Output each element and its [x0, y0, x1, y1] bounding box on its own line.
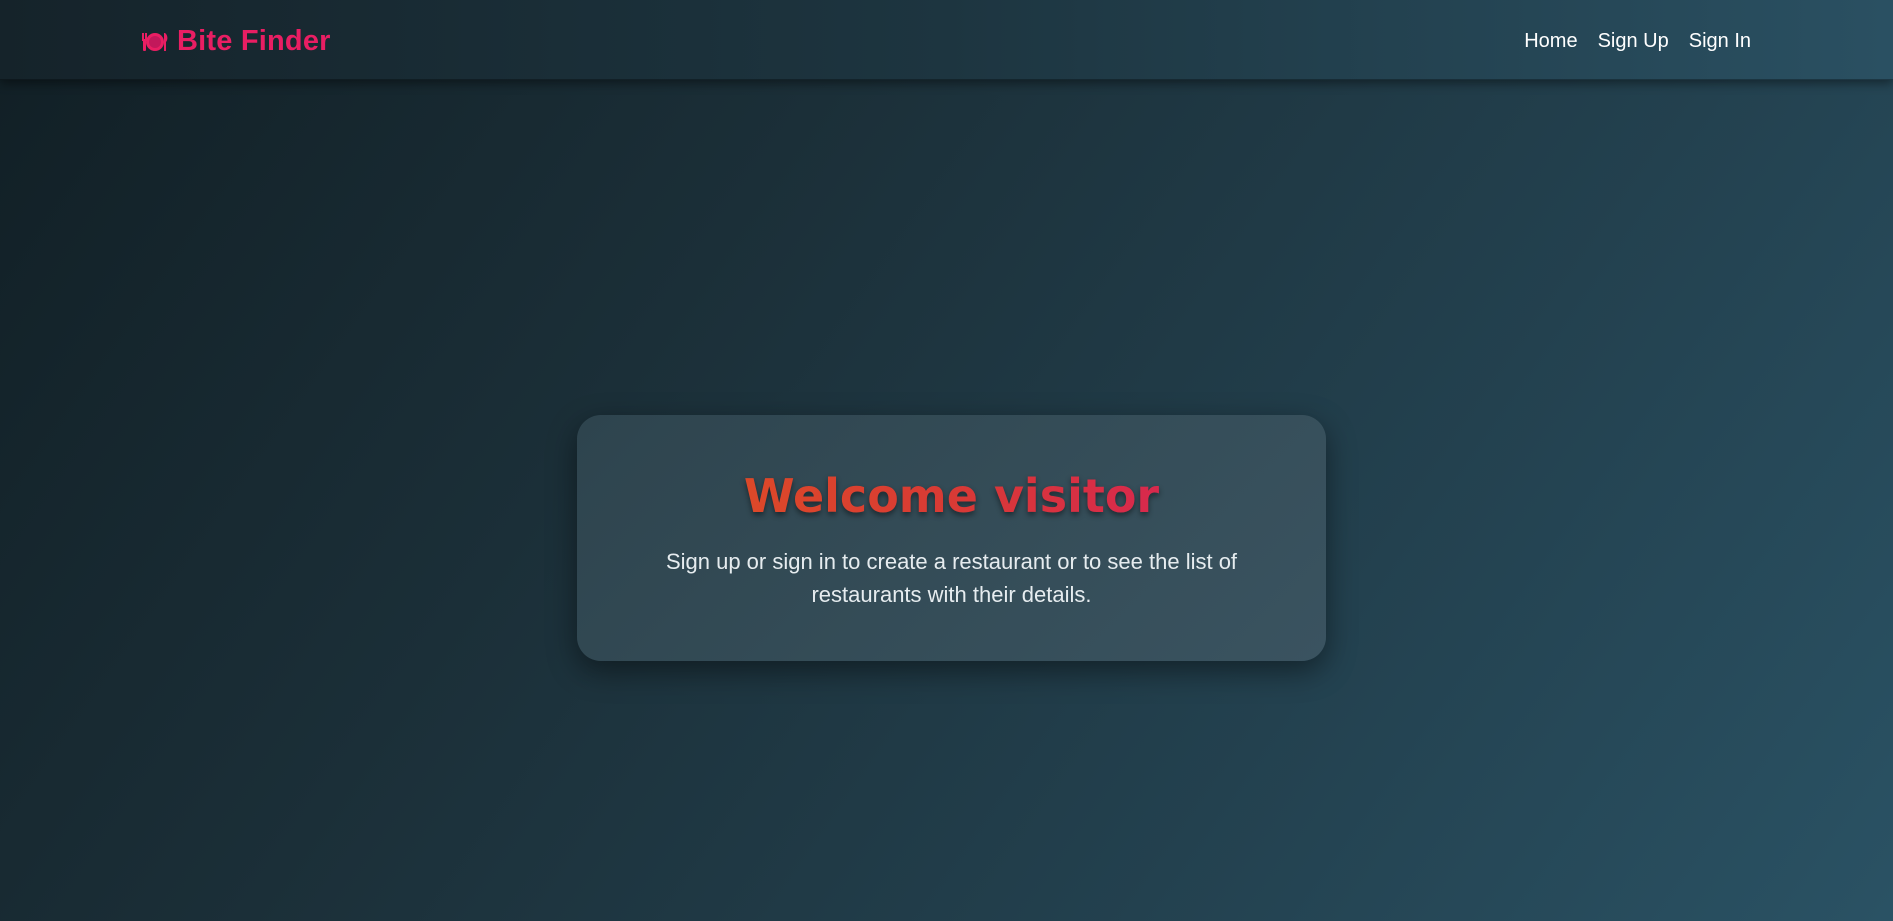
- brand-link[interactable]: Bite Finder: [141, 21, 331, 61]
- nav-links: Home Sign Up Sign In: [1524, 22, 1751, 60]
- welcome-card: Welcome visitor Sign up or sign in to cr…: [577, 415, 1326, 661]
- nav-link-home[interactable]: Home: [1524, 30, 1577, 53]
- welcome-message: Sign up or sign in to create a restauran…: [665, 549, 1238, 607]
- navbar: Bite Finder Home Sign Up Sign In: [0, 0, 1893, 80]
- nav-link-sign-in[interactable]: Sign In: [1689, 30, 1751, 53]
- brand-name: Bite Finder: [177, 24, 331, 57]
- nav-link-sign-up[interactable]: Sign Up: [1598, 30, 1669, 53]
- plate-cutlery-icon: [141, 27, 169, 55]
- welcome-title: Welcome visitor: [577, 471, 1326, 522]
